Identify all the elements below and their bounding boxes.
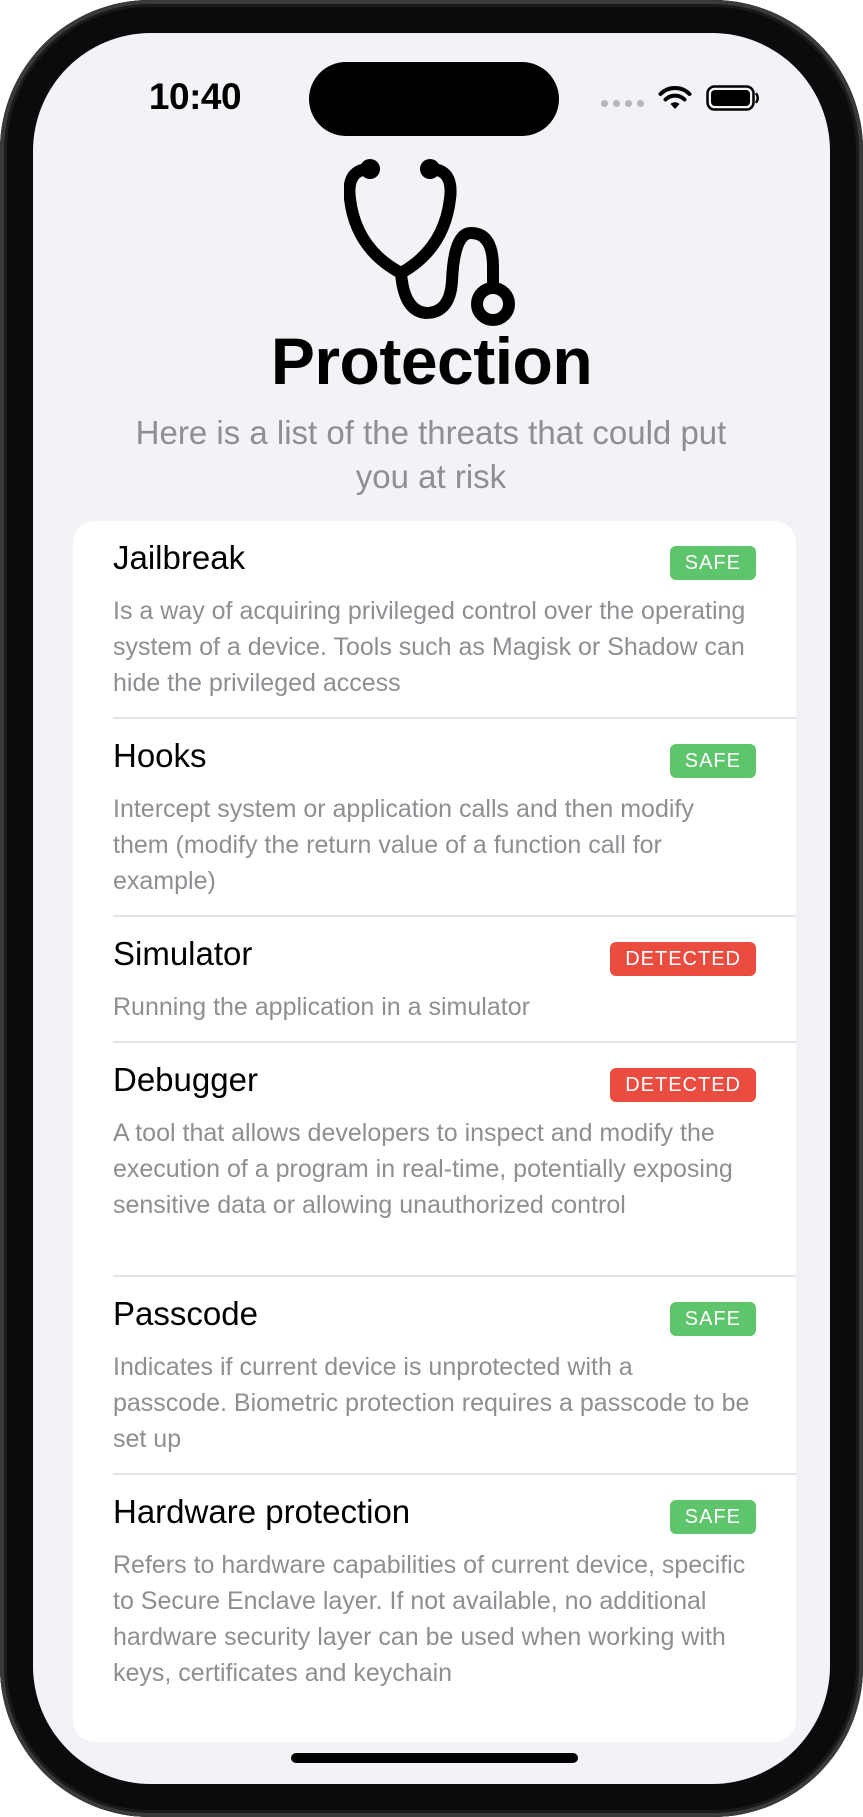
status-badge: DETECTED [610,1068,756,1102]
threat-name: Passcode [113,1295,258,1332]
threat-row-passcode[interactable]: Passcode SAFE Indicates if current devic… [113,1277,796,1475]
page-title: Protection [270,324,593,398]
threat-name: Hooks [113,737,207,774]
dynamic-island [309,62,559,136]
threat-name: Jailbreak [113,539,246,576]
wifi-icon [658,86,692,109]
threat-row-hardware-protection[interactable]: Hardware protection SAFE Refers to hardw… [113,1475,796,1742]
threat-description: Running the application in a simulator [113,993,530,1021]
status-badge: SAFE [669,1302,756,1336]
threat-row-debugger[interactable]: Debugger DETECTED A tool that allows dev… [113,1043,796,1277]
status-icons [601,83,760,113]
status-badge: SAFE [669,1500,756,1534]
status-badge: DETECTED [610,942,756,976]
status-badge: SAFE [669,744,756,778]
home-indicator[interactable] [291,1753,578,1763]
threat-row-jailbreak[interactable]: Jailbreak SAFE Is a way of acquiring pri… [113,521,796,719]
threat-list: Jailbreak SAFE Is a way of acquiring pri… [73,521,796,1742]
threat-name: Debugger [113,1061,258,1098]
threat-description: A tool that allows developers to inspect… [113,1119,733,1219]
threat-row-simulator[interactable]: Simulator DETECTED Running the applicati… [113,917,796,1043]
status-time: 10:40 [148,76,242,117]
threat-name: Hardware protection [113,1493,411,1530]
app-screen: 10:40 Protection Here is a list of the t… [33,33,830,1784]
threat-name: Simulator [113,935,253,972]
threat-description: Intercept system or application calls an… [113,795,694,895]
page-subtitle: Here is a list of the threats that could… [135,414,727,495]
threat-row-hooks[interactable]: Hooks SAFE Intercept system or applicati… [113,719,796,917]
threat-description: Refers to hardware capabilities of curre… [113,1551,746,1687]
battery-icon [706,85,759,111]
threat-description: Indicates if current device is unprotect… [113,1353,750,1453]
phone-frame: 10:40 Protection Here is a list of the t… [0,0,863,1817]
threat-description: Is a way of acquiring privileged control… [113,597,746,697]
stethoscope-icon [344,159,515,326]
status-badge: SAFE [669,546,756,580]
signal-dots-icon [601,99,644,107]
